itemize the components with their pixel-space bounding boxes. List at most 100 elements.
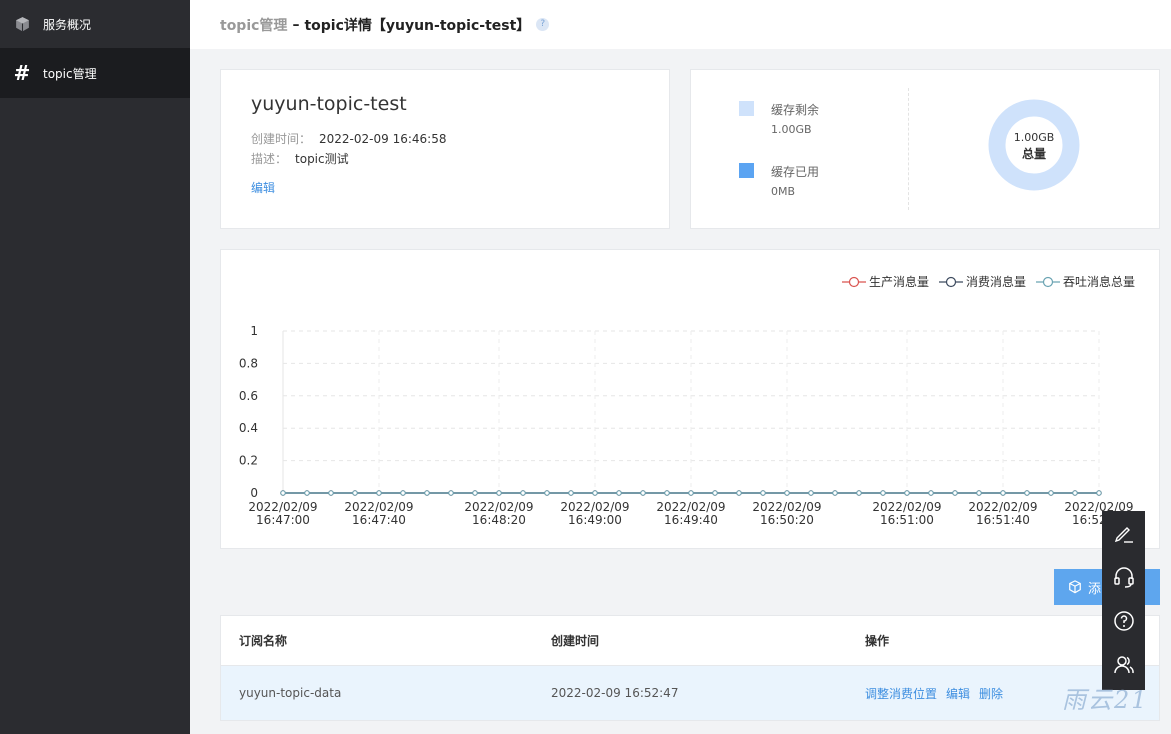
x-tick-label: 2022/02/09 <box>248 500 317 514</box>
y-tick-label: 0.2 <box>239 454 258 468</box>
data-point <box>952 490 958 496</box>
data-point <box>736 490 742 496</box>
used-value: 0MB <box>771 185 796 198</box>
floating-toolbar <box>1102 511 1145 690</box>
data-point <box>1000 490 1006 496</box>
description-value: topic测试 <box>295 152 349 166</box>
data-point <box>640 490 646 496</box>
sidebar-item-topic[interactable]: # topic管理 <box>0 48 190 98</box>
x-tick-label: 2022/02/09 <box>344 500 413 514</box>
data-point <box>1072 490 1078 496</box>
data-point <box>688 490 694 496</box>
x-tick-label: 2022/02/09 <box>968 500 1037 514</box>
data-point <box>976 490 982 496</box>
subscription-created: 2022-02-09 16:52:47 <box>551 686 679 700</box>
help-icon[interactable]: ? <box>536 18 550 31</box>
data-point <box>400 490 406 496</box>
topic-name: yuyun-topic-test <box>251 93 407 115</box>
y-tick-label: 0.8 <box>239 356 258 370</box>
data-point <box>616 490 622 496</box>
y-tick-label: 0 <box>250 486 258 500</box>
data-point <box>544 490 550 496</box>
sidebar-item-overview[interactable]: 服务概况 <box>0 0 190 48</box>
breadcrumb-parent-link[interactable]: topic管理 <box>220 15 287 35</box>
x-tick-label: 16:50:20 <box>760 513 814 527</box>
total-value: 1.00GB <box>1013 131 1055 144</box>
data-point <box>712 490 718 496</box>
x-tick-label: 16:47:40 <box>352 513 406 527</box>
line-chart: 00.20.40.60.812022/02/0916:47:002022/02/… <box>239 324 1134 527</box>
table-row: yuyun-topic-data 2022-02-09 16:52:47 调整消… <box>221 666 1159 720</box>
delete-subscription-link[interactable]: 删除 <box>979 685 1003 702</box>
message-chart-card: 生产消息量 消费消息量 吞吐消息总量 0 0.2 0.4 0.6 0.8 1 2022/02… <box>220 249 1160 549</box>
feedback-button[interactable] <box>1102 511 1145 555</box>
subscriptions-table: 订阅名称 创建时间 操作 yuyun-topic-data 2022-02-09… <box>220 615 1160 721</box>
question-icon <box>1113 611 1134 631</box>
used-swatch <box>739 163 754 178</box>
column-header-name: 订阅名称 <box>239 634 288 648</box>
watermark: 雨云21 <box>1062 686 1149 714</box>
data-point <box>832 490 838 496</box>
data-point <box>904 490 910 496</box>
column-header-actions: 操作 <box>865 634 890 648</box>
breadcrumb: topic管理 – topic详情【yuyun-topic-test】 ? <box>190 0 1171 49</box>
data-point <box>568 490 574 496</box>
data-point <box>376 490 382 496</box>
headset-icon <box>1113 567 1134 588</box>
table-header: 订阅名称 创建时间 操作 <box>221 616 1159 666</box>
data-point <box>1024 490 1030 496</box>
data-point <box>448 490 454 496</box>
column-header-created: 创建时间 <box>551 634 600 648</box>
edit-topic-link[interactable]: 编辑 <box>251 181 275 195</box>
x-tick-label: 16:49:00 <box>568 513 622 527</box>
data-point <box>880 490 886 496</box>
data-point <box>760 490 766 496</box>
data-point <box>352 490 358 496</box>
x-tick-label: 2022/02/09 <box>464 500 533 514</box>
data-point <box>304 490 310 496</box>
used-label: 缓存已用 <box>771 165 820 179</box>
add-button-label: 添 <box>1088 581 1102 597</box>
topic-info-card: yuyun-topic-test 创建时间： 2022-02-09 16:46:5… <box>220 69 670 229</box>
pen-icon <box>1114 527 1133 543</box>
data-point <box>856 490 862 496</box>
remaining-value: 1.00GB <box>771 123 812 136</box>
support-button[interactable] <box>1102 555 1145 599</box>
data-point <box>808 490 814 496</box>
x-tick-label: 2022/02/09 <box>752 500 821 514</box>
breadcrumb-separator: – <box>292 16 300 33</box>
main-content: topic管理 – topic详情【yuyun-topic-test】 ? yu… <box>190 0 1171 734</box>
x-tick-label: 2022/02/09 <box>656 500 725 514</box>
data-point <box>1048 490 1054 496</box>
x-tick-label: 16:51:40 <box>976 513 1030 527</box>
y-tick-label: 0.6 <box>239 389 258 403</box>
description-row: 描述： topic测试 <box>251 150 349 167</box>
data-point <box>424 490 430 496</box>
help-button[interactable] <box>1102 599 1145 643</box>
data-point <box>784 490 790 496</box>
donut-center: 1.00GB 总量 <box>989 130 1079 163</box>
created-row: 创建时间： 2022-02-09 16:46:58 <box>251 130 446 147</box>
created-value: 2022-02-09 16:46:58 <box>319 132 447 146</box>
x-tick-label: 2022/02/09 <box>560 500 629 514</box>
x-tick-label: 16:47:00 <box>256 513 310 527</box>
sidebar: 服务概况 # topic管理 <box>0 0 190 734</box>
divider <box>908 88 909 210</box>
description-label: 描述： <box>251 152 288 166</box>
x-tick-label: 16:51:00 <box>880 513 934 527</box>
edit-subscription-link[interactable]: 编辑 <box>946 685 970 702</box>
x-tick-label: 16:49:40 <box>664 513 718 527</box>
data-point <box>280 490 286 496</box>
data-point <box>520 490 526 496</box>
x-tick-label: 2022/02/09 <box>872 500 941 514</box>
data-point <box>472 490 478 496</box>
y-tick-label: 0.4 <box>239 421 258 435</box>
users-icon <box>1113 656 1134 674</box>
data-point <box>928 490 934 496</box>
data-point <box>592 490 598 496</box>
box-icon <box>1068 580 1082 594</box>
data-point <box>328 490 334 496</box>
subscription-name: yuyun-topic-data <box>239 686 342 700</box>
adjust-offset-link[interactable]: 调整消费位置 <box>865 685 937 702</box>
page-title: topic详情【yuyun-topic-test】 <box>304 17 531 34</box>
